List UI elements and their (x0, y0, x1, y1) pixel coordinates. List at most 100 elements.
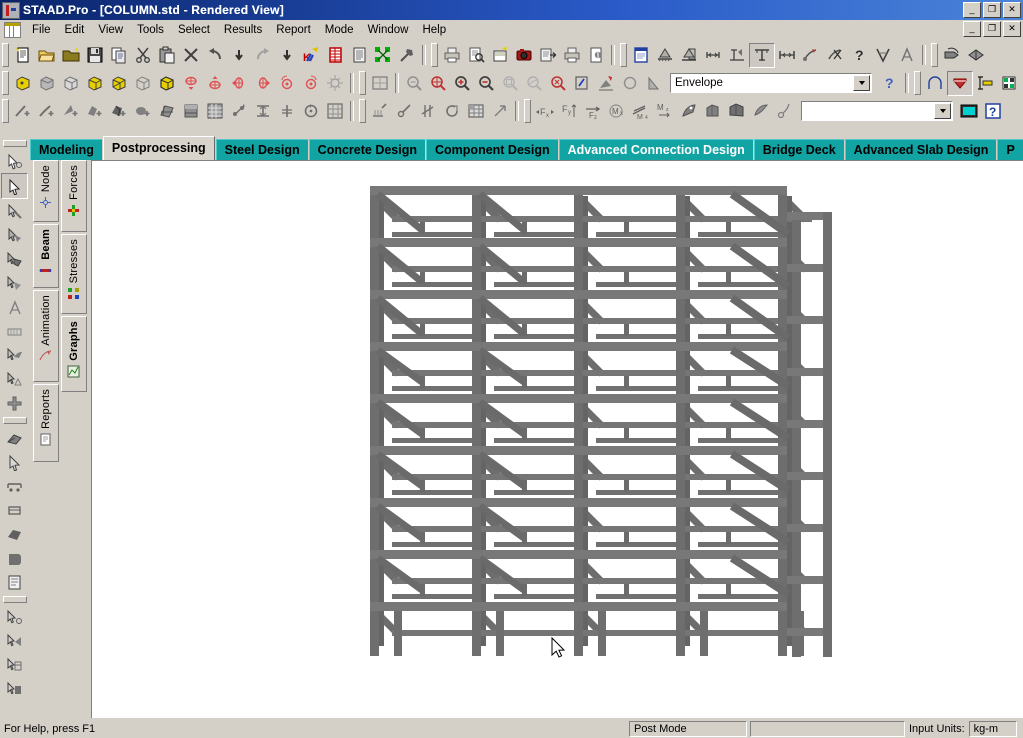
add-surface-button[interactable] (131, 100, 155, 123)
front-view-button[interactable] (59, 72, 83, 95)
menu-view[interactable]: View (91, 22, 130, 38)
stretch-button[interactable] (251, 100, 275, 123)
save-file-button[interactable] (83, 44, 107, 67)
rotate-view-button[interactable] (940, 44, 964, 67)
rotate-cw-button[interactable] (299, 72, 323, 95)
print-toolbar-grip[interactable] (431, 43, 438, 67)
perspective-view-button[interactable] (107, 72, 131, 95)
view-cursor-grip[interactable] (2, 596, 27, 603)
left-toolbar-grip[interactable] (2, 140, 27, 147)
solids-cursor-button[interactable] (2, 247, 27, 271)
plus-cursor-button[interactable] (2, 391, 27, 415)
rotate-ccw-button[interactable] (275, 72, 299, 95)
dynamic-view-button[interactable] (964, 44, 988, 67)
bending-moment-button[interactable] (923, 72, 947, 95)
menu-mode[interactable]: Mode (318, 22, 361, 38)
mesh-button[interactable] (203, 100, 227, 123)
camera-button[interactable] (512, 44, 536, 67)
add-beam-midpoint-button[interactable] (35, 100, 59, 123)
geometry-cursor-grip[interactable] (2, 417, 27, 424)
measure-distance-button[interactable] (775, 44, 799, 67)
modify-toolbar-grip[interactable] (359, 99, 366, 123)
take-picture-button[interactable] (488, 44, 512, 67)
angle-tool-button[interactable] (871, 44, 895, 67)
add-quad-plate-button[interactable] (83, 100, 107, 123)
display-screen-button[interactable] (957, 100, 981, 123)
split-beam-button[interactable] (179, 100, 203, 123)
intersect-button[interactable] (275, 100, 299, 123)
surface-select-button[interactable] (2, 522, 27, 546)
property-select-button[interactable] (2, 570, 27, 594)
menu-file[interactable]: File (25, 22, 58, 38)
results-combo[interactable] (801, 101, 953, 121)
help-context-button[interactable]: ? (847, 44, 871, 67)
surface-cursor-button[interactable] (2, 271, 27, 295)
tab-concrete-design[interactable]: Concrete Design (308, 139, 426, 160)
menu-tools[interactable]: Tools (130, 22, 171, 38)
pan-button[interactable] (570, 72, 594, 95)
area-tool-button[interactable] (895, 44, 919, 67)
reset-rotation-button[interactable] (323, 72, 347, 95)
mx-moment-button[interactable]: Mx (605, 100, 629, 123)
insert-node-button[interactable] (155, 100, 179, 123)
stress-contour-button[interactable] (677, 100, 701, 123)
tab-partial[interactable]: P (997, 139, 1023, 160)
tools-button[interactable] (395, 44, 419, 67)
menu-results[interactable]: Results (217, 22, 269, 38)
vtab-forces[interactable]: Forces (61, 160, 87, 232)
add-beam-button[interactable] (11, 100, 35, 123)
close-window-button[interactable]: ✕ (1003, 2, 1021, 18)
menu-window[interactable]: Window (361, 22, 416, 38)
open-file-button[interactable] (35, 44, 59, 67)
shrink-button[interactable] (642, 72, 666, 95)
page-setup-button[interactable] (584, 44, 608, 67)
zoom-out-button[interactable] (474, 72, 498, 95)
annotate-button[interactable] (799, 44, 823, 67)
vtab-graphs[interactable]: Graphs (61, 316, 87, 392)
fx-force-button[interactable]: Fx (533, 100, 557, 123)
tab-modeling[interactable]: Modeling (30, 139, 102, 160)
rotate-down-button[interactable] (203, 72, 227, 95)
redo-button[interactable] (251, 44, 275, 67)
display-options-button[interactable] (618, 72, 642, 95)
document-system-menu-icon[interactable] (4, 22, 21, 38)
open-backup-button[interactable] (59, 44, 83, 67)
solid-select-button[interactable] (2, 546, 27, 570)
print-button[interactable] (440, 44, 464, 67)
circular-button[interactable] (440, 100, 464, 123)
tab-advanced-slab-design[interactable]: Advanced Slab Design (844, 139, 997, 160)
mirror-button[interactable] (416, 100, 440, 123)
minimize-document-button[interactable]: _ (963, 21, 981, 37)
solid-stress-button[interactable] (701, 100, 725, 123)
support-cursor-button[interactable] (2, 367, 27, 391)
restore-window-button[interactable]: ❐ (983, 2, 1001, 18)
clear-annotation-button[interactable] (823, 44, 847, 67)
vtab-beam[interactable]: Beam (33, 224, 59, 288)
view3d-toolbar-grip[interactable] (2, 71, 9, 95)
print-preview-button[interactable] (464, 44, 488, 67)
copy-button[interactable] (107, 44, 131, 67)
redo-list-button[interactable] (275, 44, 299, 67)
menu-select[interactable]: Select (171, 22, 217, 38)
group-select-button[interactable] (2, 677, 27, 701)
load-case-combo[interactable]: Envelope (670, 73, 872, 93)
cut-button[interactable] (131, 44, 155, 67)
label-button[interactable] (725, 44, 749, 67)
rendered-3d-view[interactable] (91, 160, 1023, 718)
node-select-button[interactable] (2, 450, 27, 474)
paste-button[interactable] (155, 44, 179, 67)
help-button[interactable]: ? (878, 72, 902, 95)
view-select-button[interactable] (2, 605, 27, 629)
deflection-button[interactable] (749, 100, 773, 123)
geometry-toolbar-grip[interactable] (2, 99, 9, 123)
new-window-button[interactable] (629, 44, 653, 67)
nodes-cursor-button[interactable] (1, 173, 28, 199)
zoom-selected-button[interactable] (546, 72, 570, 95)
load-case-dropdown-arrow[interactable] (853, 75, 870, 91)
tab-component-design[interactable]: Component Design (426, 139, 558, 160)
zoom-all-button[interactable] (426, 72, 450, 95)
new-file-button[interactable] (11, 44, 35, 67)
circular-repeat-button[interactable] (299, 100, 323, 123)
add-plate-button[interactable] (59, 100, 83, 123)
view-toolbar-grip[interactable] (931, 43, 938, 67)
